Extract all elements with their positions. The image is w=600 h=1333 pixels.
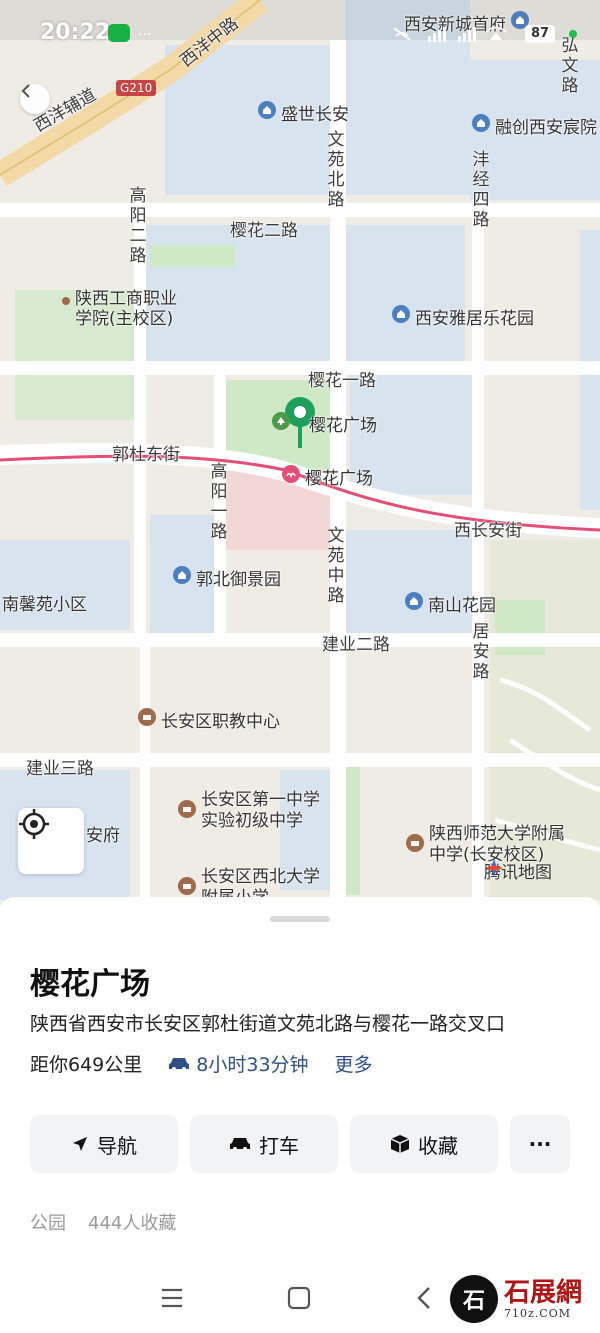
back-button[interactable] [20,84,50,114]
battery-indicator: 87 [525,25,555,43]
school-icon [138,708,156,726]
road-label: 郭杜东街 [112,445,180,465]
place-tags: 公园 444人收藏 [30,1209,176,1235]
road-label: 高阳一路 [210,462,228,542]
distance-text: 距你649公里 [30,1054,143,1076]
building-icon [258,101,276,119]
home-square-icon[interactable] [287,1286,311,1310]
taxi-button[interactable]: 打车 [190,1115,338,1173]
poi-nanxin[interactable]: 南馨苑小区 [2,590,87,615]
more-actions-button[interactable]: ··· [510,1115,570,1173]
road-label: 文苑北路 [327,130,345,210]
watermark-brand: 石 石展網 710z.COM [450,1275,582,1323]
highway-shield: G210 [116,80,157,96]
more-dots-icon: ··· [138,27,152,43]
poi-diyizhongxue[interactable]: 长安区第一中学实验初级中学 [178,790,329,832]
brand-domain: 710z.COM [504,1306,571,1320]
box-icon [390,1135,410,1153]
place-title: 樱花广场 [30,967,150,1002]
poi-nanshan[interactable]: 南山花园 [405,591,496,616]
road-label: 沣经四路 [472,150,490,230]
drag-handle[interactable] [270,916,330,922]
status-bar: 20:22 ··· 87 [0,0,600,70]
crosshair-icon [19,809,49,839]
poi-guobei[interactable]: 郭北御景园 [173,565,281,590]
school-icon [406,834,424,852]
road-label: 高阳二路 [129,186,147,266]
poi-anfu[interactable]: 安府 [86,821,120,846]
category-tag: 公园 [30,1213,66,1234]
poi-yaju[interactable]: 西安雅居乐花园 [392,304,534,329]
building-icon [405,592,423,610]
poi-rongchuang[interactable]: 融创西安宸院 [472,113,597,138]
road-label: 樱花一路 [308,371,376,391]
road-label: 西长安街 [454,521,522,541]
road-label: 文苑中路 [327,526,345,606]
poi-gongshang[interactable]: 陕西工商职业学院(主校区) [62,289,187,329]
menu-icon[interactable] [160,1287,184,1309]
road-label: 樱花二路 [230,221,298,241]
metro-icon [282,465,300,483]
building-icon [173,566,191,584]
place-info-row: 距你649公里 8小时33分钟 更多 [30,1050,373,1077]
road-label: 建业二路 [322,635,390,655]
building-icon [472,114,490,132]
place-address: 陕西省西安市长安区郭杜街道文苑北路与樱花一路交叉口 [30,1013,506,1035]
favorites-count: 444人收藏 [88,1213,177,1234]
poi-zhijiao[interactable]: 长安区职教中心 [138,707,280,732]
taxi-icon [230,1138,250,1151]
back-arrow-icon[interactable] [416,1286,432,1310]
signal-icons [393,26,507,42]
school-icon [178,877,196,895]
road-label: 建业三路 [26,759,94,779]
poi-yinghua-station[interactable]: 樱花广场 [282,464,373,489]
more-routes-link[interactable]: 更多 [335,1050,373,1077]
school-dot-icon [62,297,70,305]
map-view[interactable]: 西洋中路 西洋辅道 G210 樱花二路 樱花一路 郭杜东街 西长安街 建业二路 … [0,0,600,905]
notification-dot [569,30,577,38]
car-icon [169,1057,190,1071]
poi-yinghua-park[interactable]: 樱花广场 [272,411,377,436]
park-icon [272,412,290,430]
status-time: 20:22 [40,20,111,45]
place-detail-sheet: 樱花广场 陕西省西安市长安区郭杜街道文苑北路与樱花一路交叉口 距你649公里 8… [0,897,600,1333]
poi-shengshi[interactable]: 盛世长安 [258,100,349,125]
brand-seal: 石 [450,1275,498,1323]
brand-name: 石展網 [504,1277,583,1308]
building-icon [392,305,410,323]
school-icon [178,800,196,818]
chevron-left-icon [21,84,30,98]
locate-me-button[interactable] [18,808,84,874]
wechat-icon [108,24,130,42]
road-label: 居安路 [472,622,490,682]
drive-time[interactable]: 8小时33分钟 [168,1050,309,1077]
compass-icon [485,859,503,877]
navigate-button[interactable]: 导航 [30,1115,178,1173]
navigation-arrow-icon [73,1137,87,1151]
map-provider-logo: 腾讯地图 [484,858,552,883]
favorite-button[interactable]: 收藏 [350,1115,498,1173]
